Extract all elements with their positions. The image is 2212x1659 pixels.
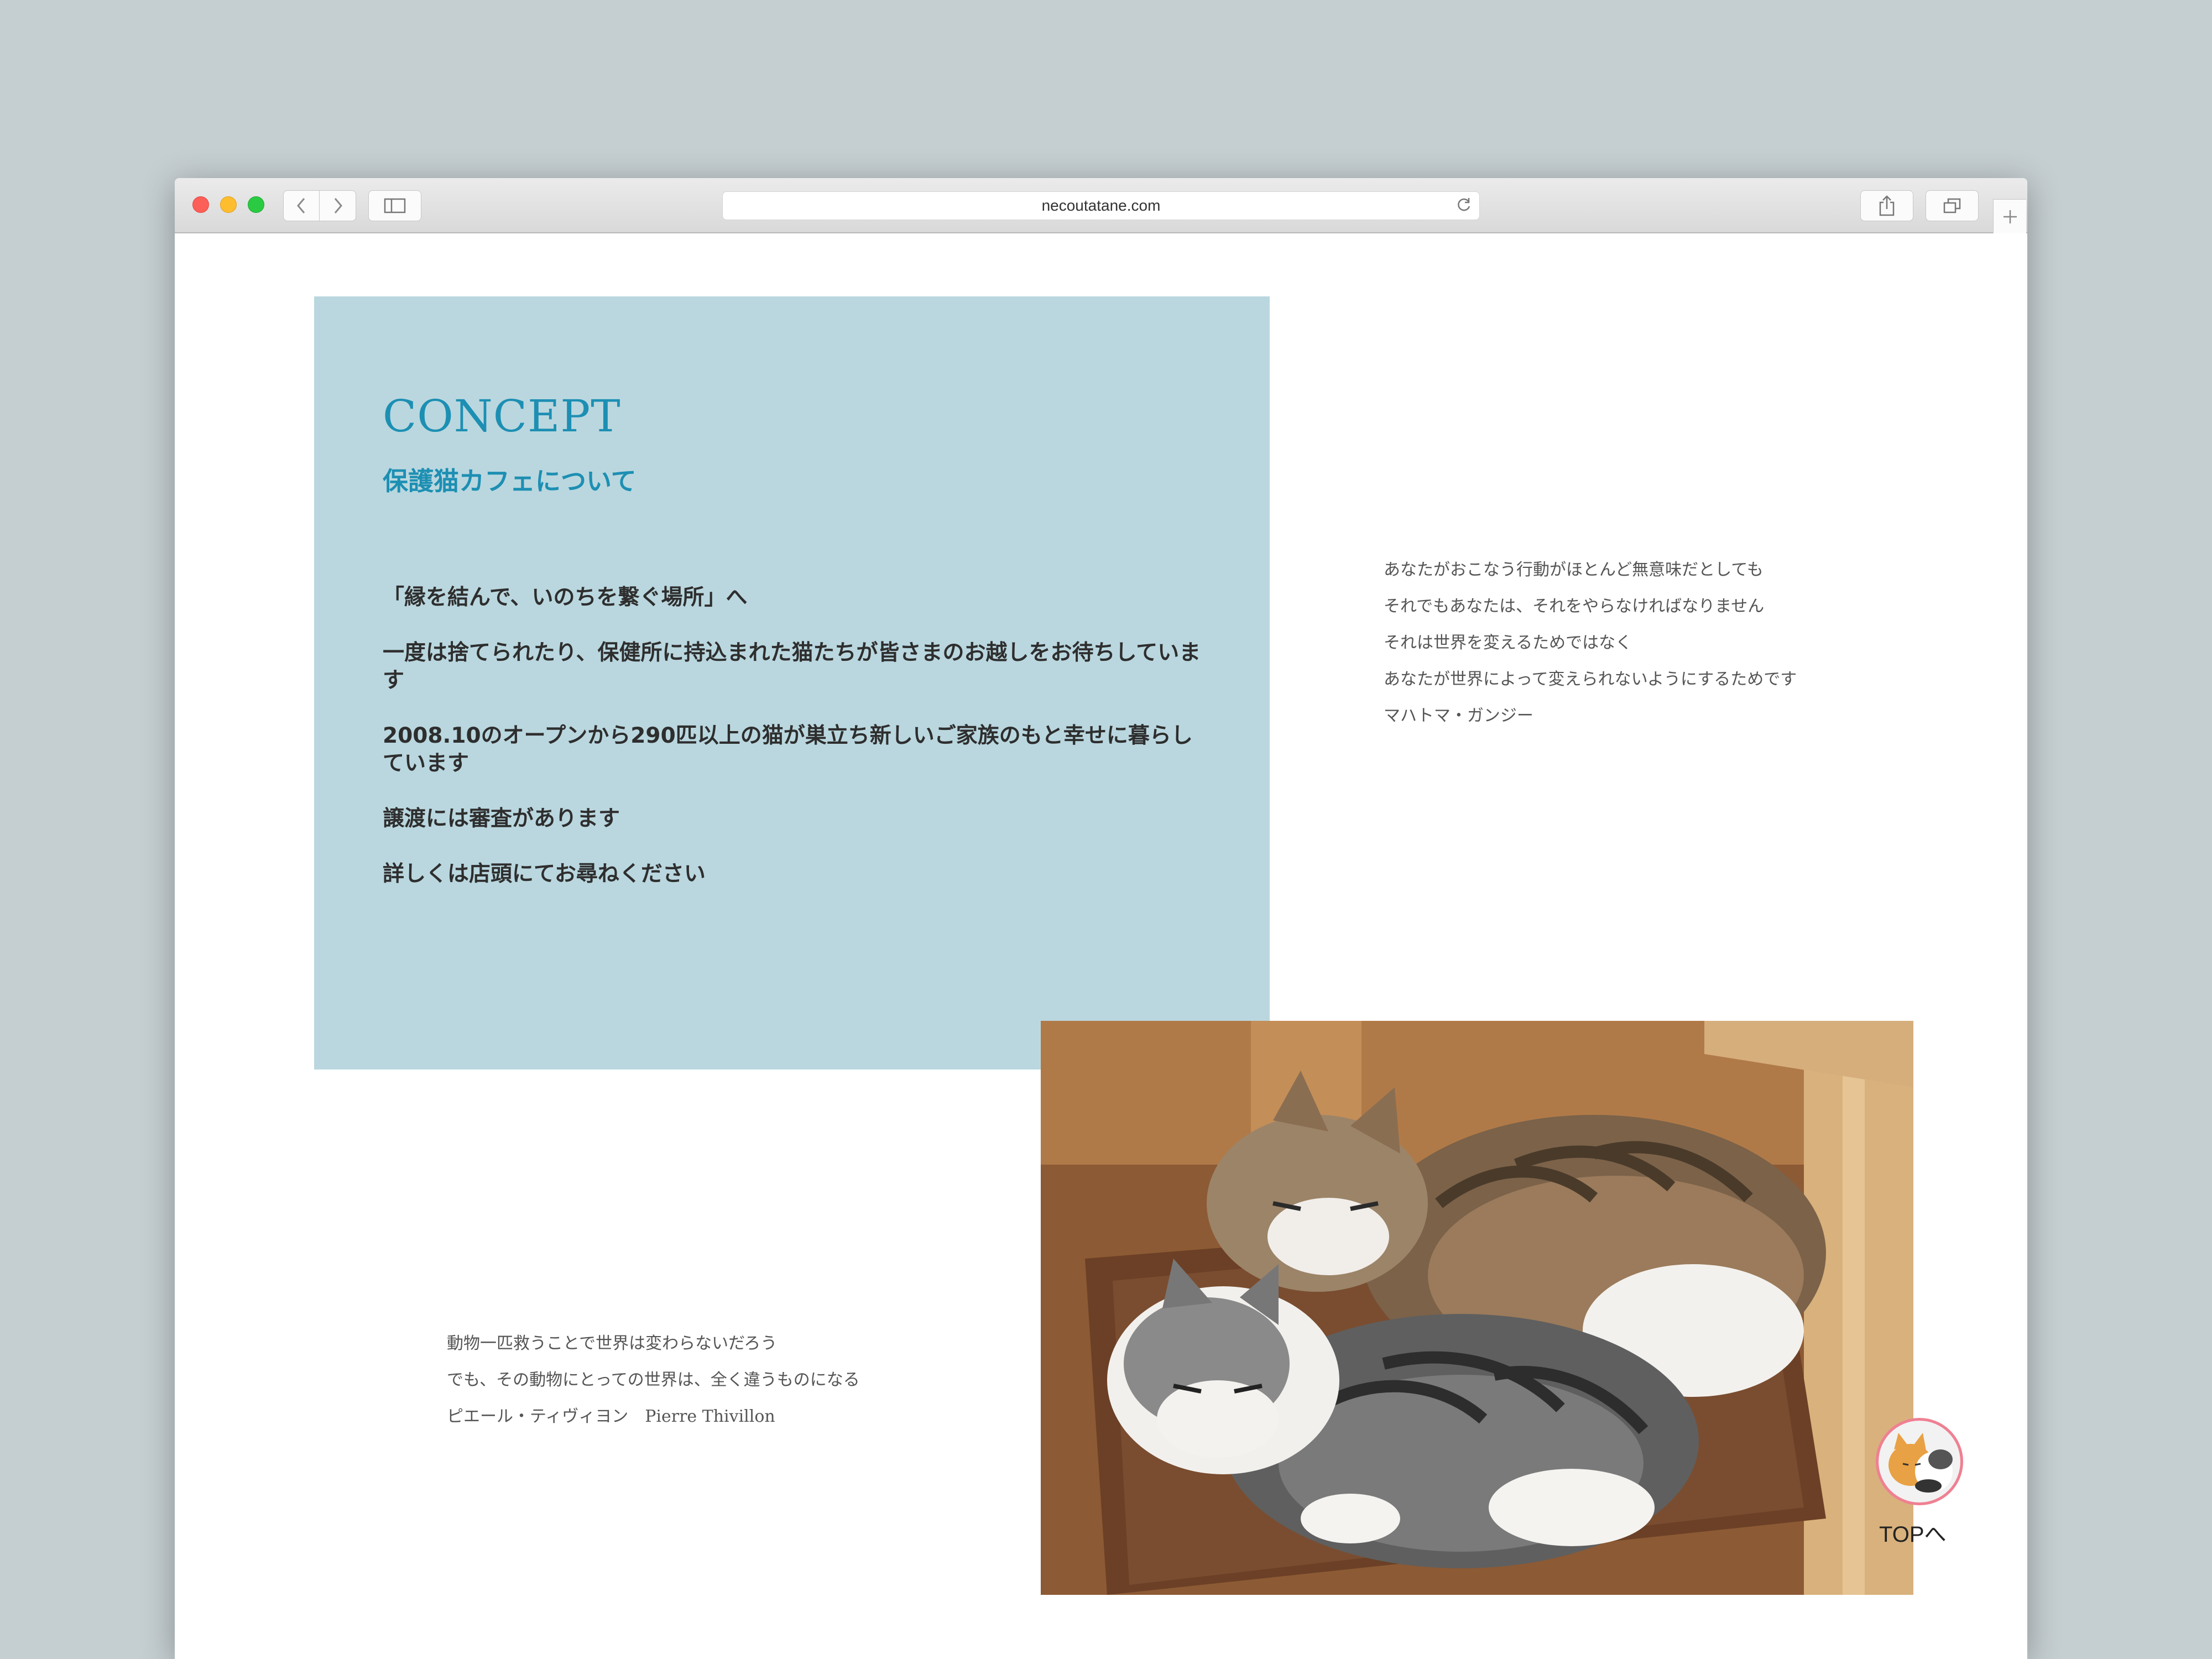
quote-author: ピエール・ティヴィヨン Pierre Thivillon (447, 1407, 775, 1426)
thivillon-quote: 動物一匹救うことで世界は変わらないだろう でも、その動物にとっての世界は、全く違… (447, 1326, 860, 1435)
concept-subheading: 保護猫カフェについて (383, 466, 637, 496)
concept-paragraph: 「縁を結んで、いのちを繋ぐ場所」へ (383, 585, 748, 610)
gandhi-quote: あなたがおこなう行動がほとんど無意味だとしても それでもあなたは、それをやらなけ… (1384, 552, 1797, 734)
quote-line: あなたが世界によって変えられないようにするためです (1384, 670, 1797, 689)
concept-paragraph: 詳しくは店頭にてお尋ねください (383, 862, 706, 886)
concept-panel: CONCEPT 保護猫カフェについて 「縁を結んで、いのちを繋ぐ場所」へ 一度は… (314, 296, 1270, 1070)
sidebar-icon (384, 198, 406, 213)
back-to-top-link[interactable]: TOPへ (1872, 1418, 1972, 1547)
tabs-icon (1943, 198, 1961, 213)
concept-paragraph: 譲渡には審査があります (383, 806, 620, 831)
concept-paragraph: 2008.10のオープンから290匹以上の猫が巣立ち新しいご家族のもと幸せに暮ら… (383, 723, 1193, 776)
sleeping-cats-photo (1041, 1021, 1913, 1595)
maximize-window-button[interactable] (248, 196, 264, 213)
reload-icon[interactable] (1454, 195, 1474, 215)
quote-line: 動物一匹救うことで世界は変わらないだろう (447, 1334, 778, 1353)
back-button[interactable] (283, 190, 320, 221)
new-tab-button[interactable] (1993, 199, 2026, 233)
browser-window: necoutatane.com CONCEPT 保護猫カフェについて 「縁を結ん… (175, 178, 2027, 1659)
back-icon (297, 198, 305, 213)
concept-paragraph: 一度は捨てられたり、保健所に持込まれた猫たちが皆さまのお越しをお待ちしています (383, 640, 1201, 693)
url-text: necoutatane.com (1041, 197, 1161, 214)
forward-icon (334, 198, 342, 213)
quote-line: それでもあなたは、それをやらなければなりません (1384, 597, 1765, 616)
plus-icon (2003, 210, 2017, 223)
quote-line: それは世界を変えるためではなく (1384, 633, 1632, 653)
web-page: CONCEPT 保護猫カフェについて 「縁を結んで、いのちを繋ぐ場所」へ 一度は… (175, 233, 2027, 1659)
cat-icon (1879, 1421, 1960, 1503)
quote-line: あなたがおこなう行動がほとんど無意味だとしても (1384, 560, 1764, 580)
forward-button[interactable] (320, 190, 356, 221)
quote-author: マハトマ・ガンジー (1384, 706, 1533, 726)
concept-heading: CONCEPT (383, 390, 621, 442)
share-button[interactable] (1860, 190, 1913, 221)
browser-toolbar: necoutatane.com (175, 178, 2027, 233)
top-badge-circle (1876, 1418, 1963, 1505)
share-icon (1879, 195, 1895, 216)
address-bar[interactable]: necoutatane.com (722, 191, 1480, 220)
sidebar-toggle-button[interactable] (368, 190, 421, 221)
close-window-button[interactable] (192, 196, 209, 213)
minimize-window-button[interactable] (220, 196, 237, 213)
quote-line: でも、その動物にとっての世界は、全く違うものになる (447, 1370, 860, 1390)
tab-overview-button[interactable] (1926, 190, 1979, 221)
top-link-label[interactable]: TOPへ (1879, 1516, 1947, 1548)
concept-body: 「縁を結んで、いのちを繋ぐ場所」へ 一度は捨てられたり、保健所に持込まれた猫たち… (383, 584, 1207, 916)
